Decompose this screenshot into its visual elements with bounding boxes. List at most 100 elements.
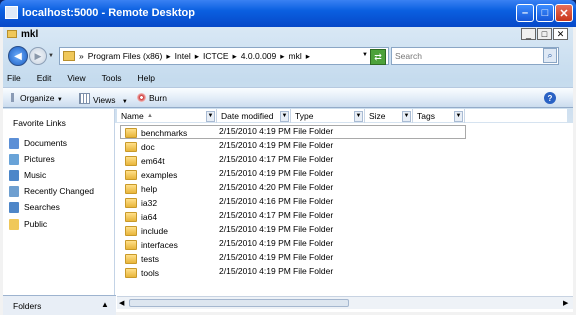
- row-type: File Folder: [293, 252, 334, 262]
- row-date: 2/15/2010 4:16 PM: [219, 196, 291, 206]
- column-tags[interactable]: Tags ▼: [413, 109, 465, 123]
- search-input[interactable]: Search: [391, 47, 559, 65]
- table-row[interactable]: ia32 2/15/2010 4:16 PM File Folder: [121, 196, 373, 209]
- pictures-icon: [9, 153, 19, 165]
- column-label: Tags: [417, 111, 435, 121]
- favorite-documents[interactable]: Documents: [9, 136, 67, 150]
- table-row[interactable]: tools 2/15/2010 4:19 PM File Folder: [121, 266, 373, 279]
- views-label: Views: [93, 95, 116, 105]
- address-bar[interactable]: » Program Files (x86) ▸ Intel ▸ ICTCE ▸ …: [59, 47, 389, 65]
- row-type: File Folder: [293, 182, 334, 192]
- favorite-links-heading: Favorite Links: [13, 118, 66, 128]
- scroll-right-arrow-icon[interactable]: ▶: [563, 299, 568, 307]
- table-row[interactable]: interfaces 2/15/2010 4:19 PM File Folder: [121, 238, 373, 251]
- chevron-right-icon: »: [79, 51, 84, 61]
- scrollbar-thumb[interactable]: [129, 299, 349, 307]
- address-dropdown-icon[interactable]: ▼: [362, 52, 368, 58]
- burn-button[interactable]: Burn: [137, 93, 167, 103]
- refresh-icon[interactable]: ⇄: [370, 49, 386, 65]
- organize-icon: [11, 93, 14, 102]
- column-type[interactable]: Type ▼: [291, 109, 365, 123]
- table-row[interactable]: examples 2/15/2010 4:19 PM File Folder: [121, 168, 373, 181]
- organize-button[interactable]: Organize ▼: [11, 93, 63, 103]
- menu-edit[interactable]: Edit: [37, 73, 52, 85]
- folder-icon: [125, 253, 137, 264]
- table-row[interactable]: benchmarks 2/15/2010 4:19 PM File Folder: [121, 126, 373, 139]
- breadcrumb-segment[interactable]: mkl: [289, 51, 302, 61]
- window-maximize-button[interactable]: □: [537, 28, 552, 40]
- remote-desktop-title: localhost:5000 - Remote Desktop: [22, 7, 195, 19]
- table-row[interactable]: ia64 2/15/2010 4:17 PM File Folder: [121, 210, 373, 223]
- row-type: File Folder: [293, 224, 334, 234]
- recent-icon: [9, 185, 19, 197]
- chevron-down-icon: ▼: [56, 97, 63, 103]
- favorite-pictures[interactable]: Pictures: [9, 152, 55, 166]
- row-name: tools: [141, 267, 159, 278]
- back-button[interactable]: ◀: [8, 46, 28, 66]
- views-button[interactable]: Views ▼: [79, 93, 128, 105]
- row-type: File Folder: [293, 154, 334, 164]
- scroll-left-arrow-icon[interactable]: ◀: [119, 299, 124, 307]
- column-filter-dropdown[interactable]: ▼: [354, 111, 363, 122]
- maximize-button[interactable]: □: [536, 4, 554, 22]
- favorite-music[interactable]: Music: [9, 168, 46, 182]
- column-filter-dropdown[interactable]: ▼: [454, 111, 463, 122]
- row-name: examples: [141, 169, 178, 180]
- burn-label: Burn: [149, 93, 167, 103]
- column-label: Date modified: [221, 111, 274, 121]
- row-type: File Folder: [293, 126, 334, 136]
- row-name: ia64: [141, 211, 158, 222]
- breadcrumb-segment[interactable]: 4.0.0.009: [241, 51, 276, 61]
- row-date: 2/15/2010 4:17 PM: [219, 154, 291, 164]
- table-row[interactable]: include 2/15/2010 4:19 PM File Folder: [121, 224, 373, 237]
- menu-tools[interactable]: Tools: [102, 73, 122, 85]
- table-row[interactable]: help 2/15/2010 4:20 PM File Folder: [121, 182, 373, 195]
- breadcrumb-segment[interactable]: ICTCE: [203, 51, 229, 61]
- breadcrumb-segment[interactable]: Intel: [175, 51, 191, 61]
- favorite-label: Pictures: [24, 154, 55, 164]
- table-row[interactable]: doc 2/15/2010 4:19 PM File Folder: [121, 140, 373, 153]
- folder-icon: [125, 197, 137, 208]
- explorer-window: mkl _ □ ✕ ◀ ▶ ▼ » Program Files (x86) ▸ …: [0, 27, 576, 315]
- chevron-right-icon: ▸: [305, 50, 311, 61]
- column-label: Size: [369, 111, 386, 121]
- breadcrumb-segment[interactable]: Program Files (x86): [88, 51, 163, 61]
- folder-icon: [125, 155, 137, 166]
- horizontal-scrollbar[interactable]: ◀ ▶: [117, 296, 573, 309]
- burn-disc-icon: [137, 93, 146, 102]
- favorite-label: Public: [24, 219, 48, 229]
- forward-button[interactable]: ▶: [29, 47, 47, 65]
- favorite-recently-changed[interactable]: Recently Changed: [9, 184, 94, 198]
- window-minimize-button[interactable]: _: [521, 28, 536, 40]
- column-filter-dropdown[interactable]: ▼: [206, 111, 215, 122]
- column-size[interactable]: Size ▼: [365, 109, 413, 123]
- row-type: File Folder: [293, 210, 334, 220]
- folders-toggle[interactable]: Folders ▲: [3, 295, 116, 315]
- row-type: File Folder: [293, 140, 334, 150]
- menu-file[interactable]: File: [7, 73, 21, 85]
- window-title: mkl: [21, 29, 39, 40]
- close-button[interactable]: ✕: [555, 4, 573, 22]
- table-row[interactable]: em64t 2/15/2010 4:17 PM File Folder: [121, 154, 373, 167]
- row-name: benchmarks: [141, 127, 188, 138]
- chevron-right-icon: ▸: [280, 50, 285, 61]
- favorite-public[interactable]: Public: [9, 217, 47, 231]
- window-close-button[interactable]: ✕: [553, 28, 568, 40]
- menu-view[interactable]: View: [67, 73, 85, 85]
- search-icon[interactable]: ⌕: [543, 48, 557, 63]
- favorite-searches[interactable]: Searches: [9, 200, 60, 214]
- column-date-modified[interactable]: Date modified ▼: [217, 109, 291, 123]
- column-filter-dropdown[interactable]: ▼: [280, 111, 289, 122]
- minimize-button[interactable]: –: [516, 4, 534, 22]
- menu-help[interactable]: Help: [137, 73, 154, 85]
- column-filter-dropdown[interactable]: ▼: [402, 111, 411, 122]
- row-date: 2/15/2010 4:19 PM: [219, 224, 291, 234]
- column-headers: Name ▲ ▼ Date modified ▼ Type ▼ Size ▼ Tags ▼: [117, 109, 567, 123]
- search-folder-icon: [9, 201, 19, 213]
- folder-icon: [125, 225, 137, 236]
- recent-pages-dropdown[interactable]: ▼: [48, 53, 54, 59]
- column-name[interactable]: Name ▲ ▼: [117, 109, 217, 123]
- table-row[interactable]: tests 2/15/2010 4:19 PM File Folder: [121, 252, 373, 265]
- help-icon[interactable]: ?: [544, 92, 556, 104]
- folder-icon: [63, 51, 75, 61]
